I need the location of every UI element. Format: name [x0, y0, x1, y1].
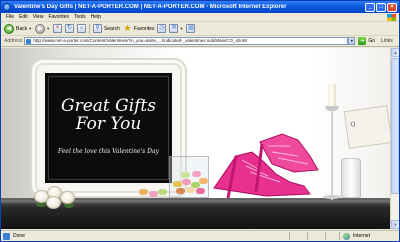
- candlestick-base: [323, 195, 341, 199]
- address-input[interactable]: http://www.net-a-porter.com/Content/Vale…: [24, 37, 349, 45]
- macaron: [173, 181, 182, 187]
- menu-view[interactable]: View: [33, 14, 44, 20]
- pink-sandals-image: [213, 133, 319, 199]
- search-icon: ⚲: [93, 24, 103, 33]
- print-icon: ▤: [186, 24, 196, 33]
- macaron: [192, 171, 201, 177]
- banner-headline-line2: For You: [75, 114, 142, 134]
- favorites-label: Favorites: [133, 25, 155, 32]
- glass-vase-with-macarons: [169, 156, 209, 198]
- chevron-down-icon[interactable]: ▼: [46, 26, 50, 31]
- stop-button[interactable]: ×: [53, 23, 63, 35]
- back-label: Back: [16, 25, 28, 32]
- macaron: [186, 187, 195, 193]
- menu-favorites[interactable]: Favorites: [48, 14, 69, 20]
- go-button[interactable]: ➔ Go: [358, 37, 375, 45]
- banner-tagline: Feel the love this Valentine's Day: [58, 148, 159, 155]
- title-bar: Valentine's Day Gifts | NET-A-PORTER.COM…: [1, 1, 399, 13]
- chevron-down-icon[interactable]: ▼: [179, 26, 183, 31]
- white-rose: [46, 196, 61, 209]
- address-dropdown-button[interactable]: ▼: [348, 37, 356, 45]
- macaron: [149, 191, 158, 197]
- security-zone[interactable]: Internet: [339, 232, 397, 240]
- internet-explorer-icon: [3, 3, 11, 11]
- macaron: [196, 188, 205, 194]
- chevron-down-icon[interactable]: ▼: [28, 26, 32, 31]
- macaron: [139, 189, 148, 195]
- menu-card: Q: [343, 105, 390, 149]
- status-pane: [289, 232, 303, 240]
- candlestick: [331, 110, 333, 200]
- menu-edit[interactable]: Edit: [19, 14, 28, 20]
- links-button[interactable]: Links: [381, 38, 393, 44]
- minimize-button[interactable]: _: [365, 2, 375, 12]
- status-bar: Done Internet: [1, 230, 399, 241]
- page-icon: [26, 39, 32, 44]
- home-icon: ⌂: [77, 24, 87, 33]
- menu-bar: File Edit View Favorites Tools Help: [1, 13, 399, 22]
- menu-file[interactable]: File: [6, 14, 14, 20]
- toolbar: ◀ Back ▼ ▶ ▼ × ↻ ⌂ ⚲ Search ★ Favorites …: [1, 22, 399, 36]
- status-pane: [307, 232, 321, 240]
- globe-icon: [343, 232, 350, 240]
- menu-tools[interactable]: Tools: [74, 14, 86, 20]
- menu-card-text: Q: [350, 120, 356, 129]
- history-icon: ◷: [157, 24, 167, 33]
- go-label: Go: [368, 38, 376, 44]
- status-text: Done: [13, 233, 25, 239]
- refresh-icon: ↻: [65, 24, 75, 33]
- macaron: [158, 189, 167, 195]
- search-label: Search: [104, 25, 120, 32]
- forward-arrow-icon: ▶: [35, 23, 46, 34]
- scroll-thumb[interactable]: [391, 58, 399, 194]
- refresh-button[interactable]: ↻: [65, 23, 75, 35]
- back-button[interactable]: ◀ Back ▼: [4, 23, 32, 35]
- address-url: http://www.net-a-porter.com/Content/Vale…: [33, 38, 248, 43]
- browser-window: Valentine's Day Gifts | NET-A-PORTER.COM…: [0, 0, 400, 242]
- print-button[interactable]: ▤: [186, 23, 196, 35]
- go-arrow-icon: ➔: [358, 37, 367, 45]
- macaron: [182, 179, 191, 185]
- page-content: Great Gifts For You Feel the love this V…: [1, 48, 390, 229]
- candle: [328, 84, 336, 108]
- close-button[interactable]: ×: [387, 2, 397, 12]
- history-button[interactable]: ◷: [157, 23, 167, 35]
- toolbar-separator: [89, 23, 91, 34]
- address-bar: Address http://www.net-a-porter.com/Cont…: [1, 36, 399, 47]
- mail-button[interactable]: ✉ ▼: [169, 23, 183, 35]
- status-pane: [325, 232, 339, 240]
- white-roses-image: [34, 182, 84, 210]
- great-gifts-banner-link[interactable]: Great Gifts For You Feel the love this V…: [37, 65, 180, 191]
- mail-icon: ✉: [169, 24, 179, 33]
- window-title: Valentine's Day Gifts | NET-A-PORTER.COM…: [14, 4, 287, 10]
- scroll-up-button[interactable]: ▲: [391, 48, 399, 57]
- forward-button[interactable]: ▶ ▼: [35, 23, 50, 35]
- windows-logo-icon: [387, 13, 396, 21]
- banner-headline-line1: Great Gifts: [60, 96, 156, 116]
- window-controls: _ □ ×: [365, 2, 397, 12]
- favorites-button[interactable]: ★ Favorites: [123, 23, 155, 35]
- home-button[interactable]: ⌂: [77, 23, 87, 35]
- search-button[interactable]: ⚲ Search: [93, 23, 120, 35]
- scroll-down-button[interactable]: ▼: [391, 220, 399, 229]
- back-arrow-icon: ◀: [4, 23, 14, 34]
- zone-label: Internet: [353, 233, 370, 239]
- maximize-button[interactable]: □: [376, 2, 386, 12]
- macaron: [176, 188, 185, 194]
- page-icon: [3, 232, 10, 240]
- macaron: [181, 172, 190, 178]
- address-label: Address: [4, 38, 23, 44]
- menu-help[interactable]: Help: [91, 14, 101, 20]
- star-icon: ★: [123, 23, 132, 33]
- vertical-scrollbar[interactable]: ▲ ▼: [390, 48, 399, 229]
- white-rose: [60, 191, 75, 204]
- stop-icon: ×: [53, 24, 63, 33]
- glass-vase: [341, 158, 361, 198]
